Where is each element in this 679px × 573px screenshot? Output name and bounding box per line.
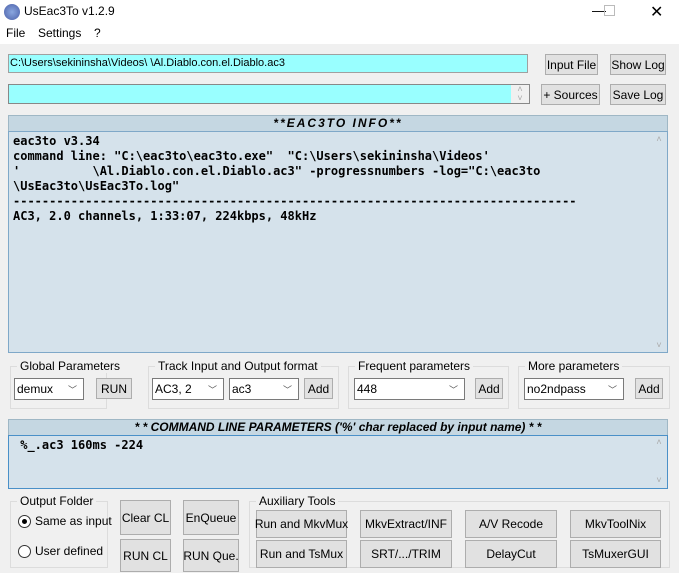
track-input-value: AC3, 2 xyxy=(155,382,192,396)
radio-label: Same as input xyxy=(35,514,112,528)
command-line-input[interactable]: %_.ac3 160ms -224 xyxy=(8,435,668,489)
input-file-button[interactable]: Input File xyxy=(545,54,598,75)
radio-selected-icon xyxy=(18,515,31,529)
track-input-select[interactable]: AC3, 2 ﹀ xyxy=(152,378,224,400)
info-header: **EAC3TO INFO** xyxy=(8,115,668,132)
track-output-value: ac3 xyxy=(232,382,252,396)
mkvextract-button[interactable]: MkvExtract/INF xyxy=(360,510,452,538)
show-log-button[interactable]: Show Log xyxy=(610,54,666,75)
app-icon xyxy=(4,4,20,20)
frequent-add-button[interactable]: Add xyxy=(475,378,503,399)
run-mkvmux-button[interactable]: Run and MkvMux xyxy=(255,510,348,538)
frequent-select[interactable]: 448 ﹀ xyxy=(354,378,465,400)
global-select[interactable]: demux ﹀ xyxy=(14,378,84,400)
more-parameters-label: More parameters xyxy=(525,359,623,373)
track-add-button[interactable]: Add xyxy=(304,378,333,399)
enqueue-button[interactable]: EnQueue xyxy=(183,500,239,535)
chevron-down-icon: ﹀ xyxy=(607,384,617,395)
tsmuxergui-button[interactable]: TsMuxerGUI xyxy=(570,540,661,568)
radio-label: User defined xyxy=(35,544,104,558)
run-button[interactable]: RUN xyxy=(96,378,132,399)
sources-scrollbar[interactable]: ˄ ˅ xyxy=(511,85,529,103)
window-title: UsEac3To v1.2.9 xyxy=(24,4,115,18)
menu-file[interactable]: File xyxy=(6,26,25,40)
auxiliary-tools-label: Auxiliary Tools xyxy=(256,494,339,508)
more-select[interactable]: no2ndpass ﹀ xyxy=(524,378,624,400)
radio-same-as-input[interactable]: Same as input xyxy=(18,514,112,529)
command-line-scrollbar[interactable]: ˄ ˅ xyxy=(651,437,667,487)
info-scrollbar[interactable]: ˄ ˅ xyxy=(651,132,667,352)
input-file-field[interactable]: C:\Users\sekininsha\Videos\ \Al.Diablo.c… xyxy=(8,54,528,73)
mkvtoolnix-button[interactable]: MkvToolNix xyxy=(570,510,661,538)
global-select-value: demux xyxy=(17,382,54,396)
radio-unselected-icon xyxy=(18,545,31,559)
output-folder-label: Output Folder xyxy=(17,494,97,508)
info-textarea[interactable]: eac3to v3.34 command line: "C:\eac3to\ea… xyxy=(8,131,668,353)
command-line-header: * * COMMAND LINE PARAMETERS ('%' char re… xyxy=(8,419,668,436)
sources-button[interactable]: + Sources xyxy=(541,84,600,105)
menu-settings[interactable]: Settings xyxy=(38,26,81,40)
frequent-parameters-label: Frequent parameters xyxy=(355,359,474,373)
track-output-select[interactable]: ac3 ﹀ xyxy=(229,378,299,400)
chevron-down-icon: ﹀ xyxy=(67,384,77,395)
close-button[interactable]: ✕ xyxy=(650,2,663,22)
save-log-button[interactable]: Save Log xyxy=(610,84,666,105)
run-queue-button[interactable]: RUN Que. xyxy=(183,539,239,572)
track-format-label: Track Input and Output format xyxy=(155,359,321,373)
more-add-button[interactable]: Add xyxy=(635,378,663,399)
srt-trim-button[interactable]: SRT/.../TRIM xyxy=(360,540,452,568)
chevron-down-icon: ﹀ xyxy=(448,384,458,395)
sources-field[interactable] xyxy=(8,84,530,104)
chevron-down-icon: ﹀ xyxy=(207,384,217,395)
global-parameters-label: Global Parameters xyxy=(17,359,124,373)
frequent-select-value: 448 xyxy=(357,382,378,396)
menu-help[interactable]: ? xyxy=(94,26,101,40)
menu-bar xyxy=(0,24,679,44)
run-tsmux-button[interactable]: Run and TsMux xyxy=(256,540,347,568)
more-select-value: no2ndpass xyxy=(527,382,586,396)
radio-user-defined[interactable]: User defined xyxy=(18,544,104,559)
av-recode-button[interactable]: A/V Recode xyxy=(465,510,557,538)
run-cl-button[interactable]: RUN CL xyxy=(120,539,171,572)
clear-cl-button[interactable]: Clear CL xyxy=(120,500,171,535)
maximize-button[interactable] xyxy=(604,5,615,16)
chevron-down-icon: ﹀ xyxy=(282,384,292,395)
delaycut-button[interactable]: DelayCut xyxy=(465,540,557,568)
